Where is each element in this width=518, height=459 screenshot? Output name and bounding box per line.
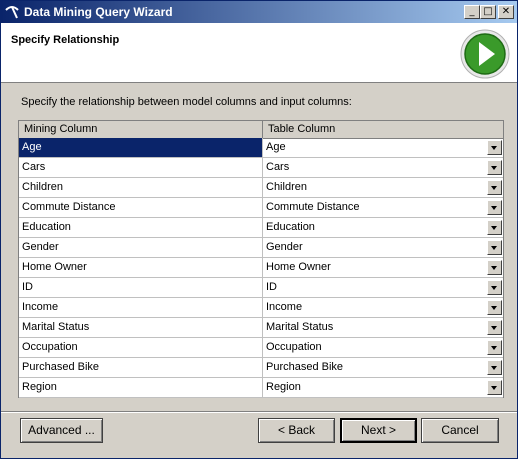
instruction-text: Specify the relationship between model c… [21, 96, 352, 108]
column-header-mining[interactable]: Mining Column [19, 121, 263, 138]
table-row[interactable]: ID ID [19, 278, 503, 298]
green-next-arrow-icon [460, 29, 510, 79]
maximize-button[interactable]: □ [480, 5, 496, 19]
mining-column-cell[interactable]: ID [19, 278, 263, 297]
wizard-header: Specify Relationship [1, 23, 517, 83]
table-row[interactable]: Region Region [19, 378, 503, 398]
mining-column-cell[interactable]: Occupation [19, 338, 263, 357]
pickaxe-icon [5, 6, 19, 19]
table-row[interactable]: Occupation Occupation [19, 338, 503, 358]
dropdown-arrow-icon[interactable] [487, 300, 502, 315]
table-column-cell[interactable]: Purchased Bike [263, 358, 485, 377]
table-row[interactable]: Home Owner Home Owner [19, 258, 503, 278]
table-column-cell[interactable]: Home Owner [263, 258, 485, 277]
mining-column-cell[interactable]: Education [19, 218, 263, 237]
column-header-table[interactable]: Table Column [263, 121, 503, 138]
table-column-cell[interactable]: Age [263, 138, 485, 157]
table-column-cell[interactable]: Cars [263, 158, 485, 177]
advanced-button[interactable]: Advanced ... [20, 418, 103, 443]
table-column-cell[interactable]: Children [263, 178, 485, 197]
mining-column-cell[interactable]: Children [19, 178, 263, 197]
relationship-grid: Mining Column Table Column Age Age Cars Car… [18, 120, 504, 398]
cancel-button[interactable]: Cancel [421, 418, 499, 443]
table-column-cell[interactable]: Education [263, 218, 485, 237]
window-title: Data Mining Query Wizard [24, 5, 173, 19]
table-column-cell[interactable]: ID [263, 278, 485, 297]
dropdown-arrow-icon[interactable] [487, 380, 502, 395]
table-column-cell[interactable]: Commute Distance [263, 198, 485, 217]
table-row[interactable]: Cars Cars [19, 158, 503, 178]
table-column-cell[interactable]: Region [263, 378, 485, 397]
dropdown-arrow-icon[interactable] [487, 260, 502, 275]
dropdown-arrow-icon[interactable] [487, 140, 502, 155]
table-column-cell[interactable]: Marital Status [263, 318, 485, 337]
mining-column-cell[interactable]: Commute Distance [19, 198, 263, 217]
wizard-window: Data Mining Query Wizard _ □ ✕ Specify R… [0, 0, 518, 459]
grid-rows: Age Age Cars Cars Children Children Commute Di… [19, 138, 503, 398]
mining-column-cell[interactable]: Marital Status [19, 318, 263, 337]
dropdown-arrow-icon[interactable] [487, 200, 502, 215]
dropdown-arrow-icon[interactable] [487, 320, 502, 335]
mining-column-cell[interactable]: Cars [19, 158, 263, 177]
table-column-cell[interactable]: Gender [263, 238, 485, 257]
title-bar[interactable]: Data Mining Query Wizard _ □ ✕ [1, 1, 517, 23]
table-row[interactable]: Children Children [19, 178, 503, 198]
dropdown-arrow-icon[interactable] [487, 280, 502, 295]
table-row[interactable]: Education Education [19, 218, 503, 238]
table-row[interactable]: Marital Status Marital Status [19, 318, 503, 338]
grid-header: Mining Column Table Column [19, 121, 503, 139]
dropdown-arrow-icon[interactable] [487, 160, 502, 175]
dropdown-arrow-icon[interactable] [487, 340, 502, 355]
table-column-cell[interactable]: Occupation [263, 338, 485, 357]
table-row[interactable]: Commute Distance Commute Distance [19, 198, 503, 218]
minimize-button[interactable]: _ [464, 5, 480, 19]
mining-column-cell[interactable]: Purchased Bike [19, 358, 263, 377]
back-button[interactable]: < Back [258, 418, 335, 443]
footer-separator [1, 411, 517, 413]
page-title: Specify Relationship [11, 34, 120, 46]
mining-column-cell[interactable]: Age [19, 138, 263, 157]
close-button[interactable]: ✕ [498, 5, 514, 19]
dropdown-arrow-icon[interactable] [487, 240, 502, 255]
mining-column-cell[interactable]: Income [19, 298, 263, 317]
table-row[interactable]: Gender Gender [19, 238, 503, 258]
mining-column-cell[interactable]: Gender [19, 238, 263, 257]
dropdown-arrow-icon[interactable] [487, 220, 502, 235]
table-row[interactable]: Purchased Bike Purchased Bike [19, 358, 503, 378]
mining-column-cell[interactable]: Home Owner [19, 258, 263, 277]
mining-column-cell[interactable]: Region [19, 378, 263, 397]
table-column-cell[interactable]: Income [263, 298, 485, 317]
table-row[interactable]: Age Age [19, 138, 503, 158]
table-row[interactable]: Income Income [19, 298, 503, 318]
dropdown-arrow-icon[interactable] [487, 180, 502, 195]
next-button[interactable]: Next > [340, 418, 417, 443]
dropdown-arrow-icon[interactable] [487, 360, 502, 375]
